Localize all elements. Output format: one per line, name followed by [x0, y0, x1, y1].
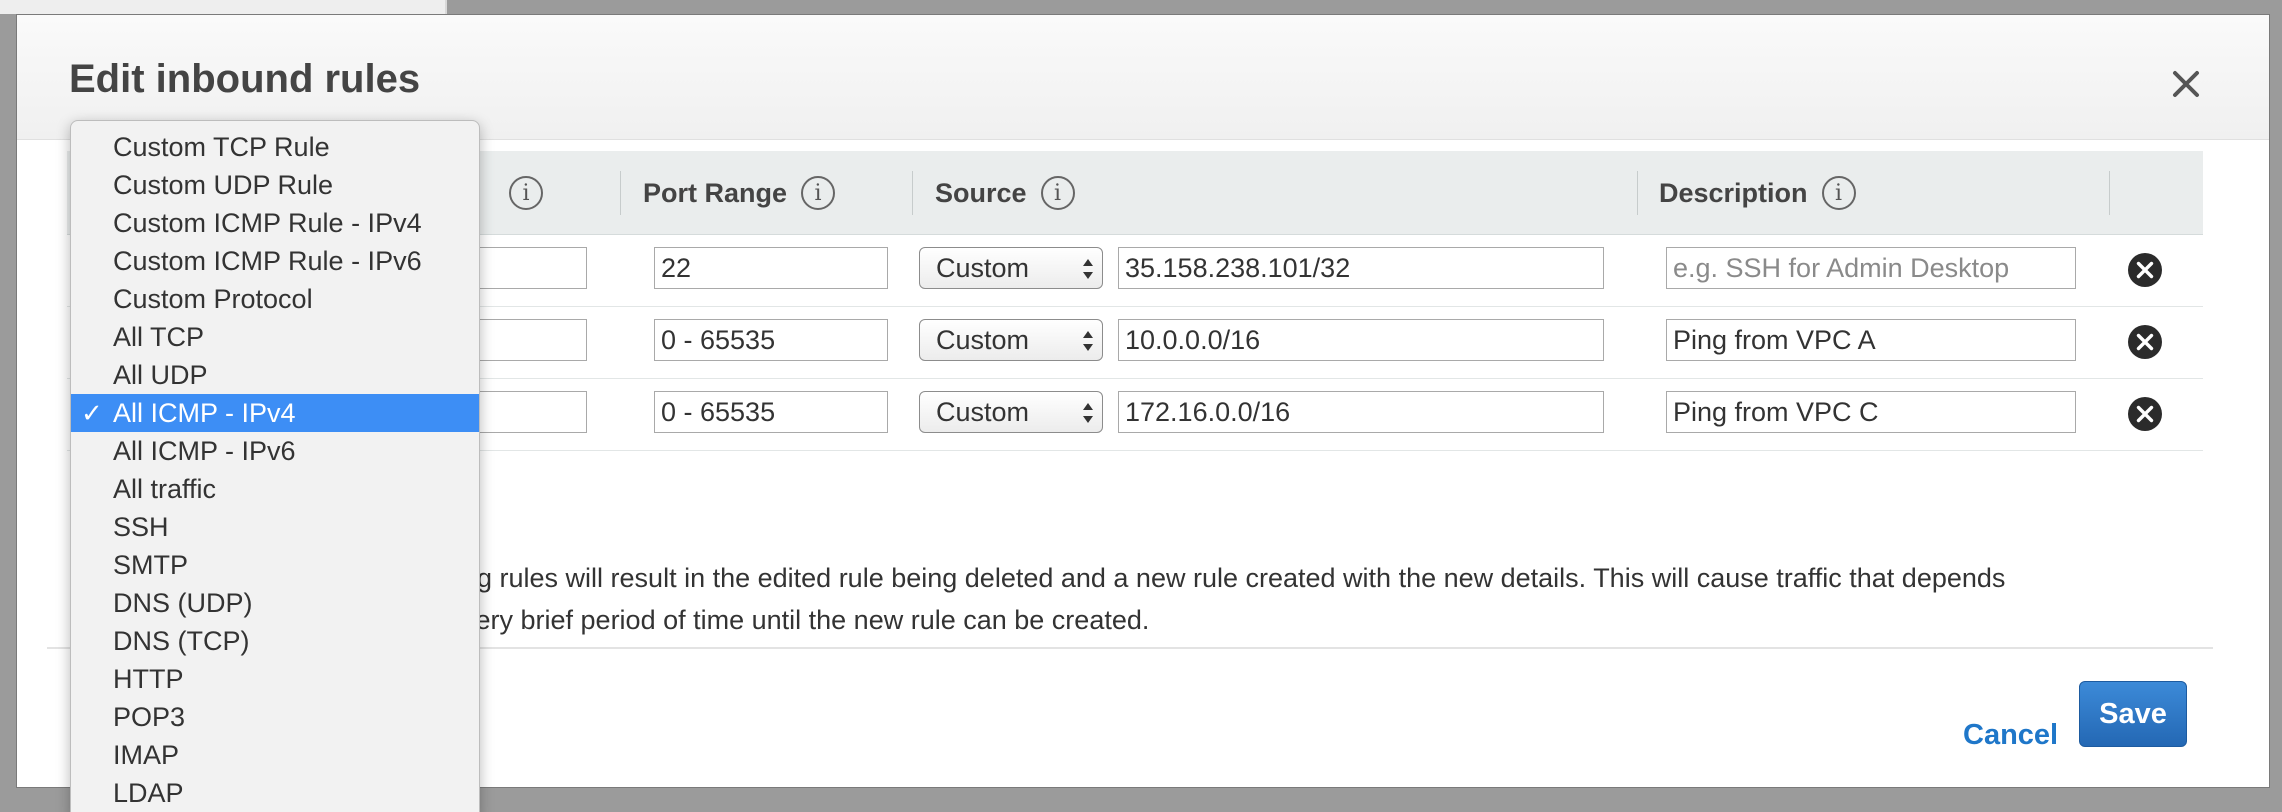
port-range-header-label: Port Range [643, 177, 788, 208]
source-type-select[interactable]: Custom [919, 247, 1103, 289]
dropdown-option-label: Custom TCP Rule [113, 132, 330, 162]
save-button[interactable]: Save [2079, 681, 2187, 747]
dropdown-option-label: Custom Protocol [113, 284, 313, 314]
dropdown-option[interactable]: Custom Protocol [71, 280, 479, 318]
info-icon[interactable]: i [509, 176, 543, 210]
port-range-header: Port Range i [643, 151, 836, 235]
dropdown-option[interactable]: All UDP [71, 356, 479, 394]
info-icon[interactable]: i [801, 176, 836, 210]
dropdown-option[interactable]: Custom ICMP Rule - IPv4 [71, 204, 479, 242]
dropdown-option[interactable]: All ICMP - IPv6 [71, 432, 479, 470]
port-range-input[interactable] [654, 247, 888, 289]
dropdown-option[interactable]: SSH [71, 508, 479, 546]
source-type-value: Custom [936, 324, 1030, 355]
dropdown-option[interactable]: Custom TCP Rule [71, 128, 479, 166]
delete-rule-icon[interactable] [2126, 251, 2164, 289]
select-arrows-icon [1083, 331, 1093, 351]
dropdown-option-label: DNS (TCP) [113, 626, 250, 656]
source-header-label: Source [935, 177, 1027, 208]
dropdown-option[interactable]: Custom ICMP Rule - IPv6 [71, 242, 479, 280]
dropdown-option-label: POP3 [113, 702, 186, 732]
dropdown-option[interactable]: SMTP [71, 546, 479, 584]
dialog-title: Edit inbound rules [69, 57, 421, 101]
port-range-input[interactable] [654, 319, 888, 361]
dropdown-option[interactable]: POP3 [71, 698, 479, 736]
dropdown-option-label: DNS (UDP) [113, 588, 253, 618]
dropdown-option-label: Custom UDP Rule [113, 170, 334, 200]
description-input[interactable] [1666, 391, 2076, 433]
dropdown-option-label: Custom ICMP Rule - IPv4 [113, 208, 422, 238]
dropdown-option-label: Custom ICMP Rule - IPv6 [113, 246, 422, 276]
source-cidr-input[interactable] [1118, 247, 1604, 289]
dropdown-option[interactable]: All TCP [71, 318, 479, 356]
dropdown-option-label: SSH [113, 512, 169, 542]
column-separator [1637, 171, 1638, 215]
dropdown-option-label: SMTP [113, 550, 189, 580]
source-type-select[interactable]: Custom [919, 319, 1103, 361]
dropdown-option-label: HTTP [113, 664, 184, 694]
description-input[interactable] [1666, 247, 2076, 289]
cancel-button[interactable]: Cancel [1963, 719, 2058, 752]
source-type-value: Custom [936, 252, 1030, 283]
source-cidr-input[interactable] [1118, 391, 1604, 433]
dropdown-option[interactable]: Custom UDP Rule [71, 166, 479, 204]
dropdown-option-label: All TCP [113, 322, 205, 352]
dropdown-option[interactable]: IMAP [71, 736, 479, 774]
delete-rule-icon[interactable] [2126, 395, 2164, 433]
info-icon[interactable]: i [1821, 176, 1856, 210]
dropdown-option-label: All ICMP - IPv4 [113, 398, 296, 428]
select-arrows-icon [1083, 259, 1093, 279]
column-separator [2109, 171, 2110, 215]
dropdown-option-label: All UDP [113, 360, 208, 390]
select-arrows-icon [1083, 403, 1093, 423]
port-range-input[interactable] [654, 391, 888, 433]
source-header: Source i [935, 151, 1075, 235]
column-separator [620, 171, 621, 215]
background-divider [445, 0, 447, 14]
dropdown-option-label: LDAP [113, 778, 184, 808]
column-separator [912, 171, 913, 215]
source-type-value: Custom [936, 396, 1030, 427]
description-header: Description i [1659, 151, 1856, 235]
dropdown-option-label: All traffic [113, 474, 217, 504]
dropdown-option[interactable]: HTTP [71, 660, 479, 698]
background-page [0, 0, 446, 14]
info-icon[interactable]: i [1040, 176, 1075, 210]
close-icon[interactable] [2165, 63, 2207, 105]
dropdown-option-label: All ICMP - IPv6 [113, 436, 296, 466]
description-header-label: Description [1659, 177, 1808, 208]
rule-type-dropdown-menu[interactable]: Custom TCP Rule Custom UDP Rule Custom ICM… [70, 120, 480, 812]
dropdown-option[interactable]: DNS (UDP) [71, 584, 479, 622]
description-input[interactable] [1666, 319, 2076, 361]
dropdown-option[interactable]: LDAP [71, 774, 479, 812]
source-type-select[interactable]: Custom [919, 391, 1103, 433]
dropdown-option-label: IMAP [113, 740, 180, 770]
dropdown-option[interactable]: DNS (TCP) [71, 622, 479, 660]
type-info-header: i [509, 151, 543, 235]
delete-rule-icon[interactable] [2126, 323, 2164, 361]
checkmark-icon: ✓ [81, 398, 103, 428]
source-cidr-input[interactable] [1118, 319, 1604, 361]
dropdown-option[interactable]: All traffic [71, 470, 479, 508]
dropdown-option[interactable]: ✓ All ICMP - IPv4 [71, 394, 479, 432]
